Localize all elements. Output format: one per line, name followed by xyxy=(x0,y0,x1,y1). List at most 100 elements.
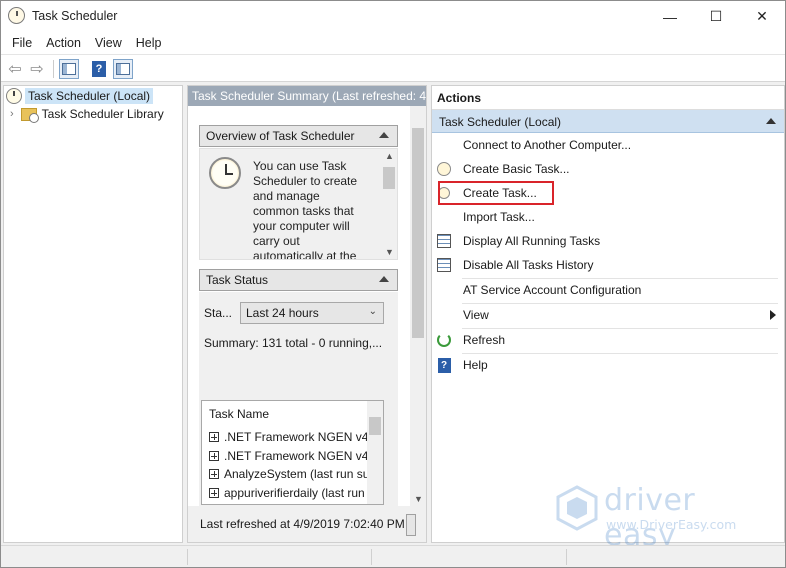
task-table: Task Name .NET Framework NGEN v4. .NET F… xyxy=(201,400,384,505)
table-row[interactable]: AnalyzeSystem (last run su xyxy=(209,465,369,483)
expand-plus-icon[interactable] xyxy=(209,432,219,442)
status-label: Sta... xyxy=(204,306,233,320)
action-connect-to-another-computer[interactable]: Connect to Another Computer... xyxy=(436,134,780,156)
refresh-now-button[interactable] xyxy=(406,514,416,536)
scroll-down-icon[interactable]: ▼ xyxy=(414,494,423,504)
action-label: Disable All Tasks History xyxy=(463,258,594,272)
console-tree: Task Scheduler (Local) › Task Scheduler … xyxy=(3,85,183,543)
last-refreshed-bar: Last refreshed at 4/9/2019 7:02:40 PM xyxy=(188,506,426,542)
arrow-right-icon: ⇨ xyxy=(30,61,44,78)
task-status-title: Task Status xyxy=(206,273,269,287)
actions-pane: Actions Task Scheduler (Local) Connect t… xyxy=(431,85,785,543)
actions-group-title: Task Scheduler (Local) xyxy=(439,115,562,129)
menu-help[interactable]: Help xyxy=(129,36,169,50)
refresh-icon xyxy=(436,332,452,348)
create-basic-task-icon xyxy=(436,161,452,177)
action-display-all-running-tasks[interactable]: Display All Running Tasks xyxy=(436,230,780,252)
maximize-button[interactable]: ☐ xyxy=(693,1,739,32)
close-button[interactable]: ✕ xyxy=(739,1,785,32)
status-bar xyxy=(1,545,785,567)
action-import-task[interactable]: Import Task... xyxy=(436,206,780,228)
last-refreshed-text: Last refreshed at 4/9/2019 7:02:40 PM xyxy=(200,517,405,531)
scroll-down-icon[interactable]: ▼ xyxy=(385,247,394,257)
action-refresh[interactable]: Refresh xyxy=(436,329,780,351)
table-row[interactable]: appuriverifierdaily (last run xyxy=(209,484,365,502)
summary-body: Overview of Task Scheduler You can use T… xyxy=(188,106,410,506)
menu-view[interactable]: View xyxy=(88,36,129,50)
overview-title: Overview of Task Scheduler xyxy=(206,129,355,143)
tree-item-task-scheduler-library[interactable]: › Task Scheduler Library xyxy=(10,105,164,123)
tree-item-label: Task Scheduler (Local) xyxy=(25,88,154,104)
show-hide-console-tree-button[interactable] xyxy=(59,59,79,79)
actions-group-header[interactable]: Task Scheduler (Local) xyxy=(432,110,784,133)
overview-line: Scheduler to create xyxy=(253,174,358,188)
column-header-task-name[interactable]: Task Name xyxy=(209,407,269,421)
collapse-caret-icon[interactable] xyxy=(379,276,389,282)
toolbar-separator xyxy=(53,60,54,78)
action-at-service-account-configuration[interactable]: AT Service Account Configuration xyxy=(436,279,780,301)
scroll-thumb[interactable] xyxy=(383,167,395,189)
status-range-value: Last 24 hours xyxy=(246,306,319,320)
history-icon xyxy=(436,257,452,273)
scroll-thumb[interactable] xyxy=(412,128,424,338)
action-label: Refresh xyxy=(463,333,506,347)
toolbar: ⇦ ⇨ ? xyxy=(1,54,785,82)
status-bar-divider xyxy=(187,549,188,565)
scroll-up-icon[interactable]: ▲ xyxy=(385,151,394,161)
chevron-right-icon[interactable]: › xyxy=(10,108,14,120)
overview-section-header[interactable]: Overview of Task Scheduler xyxy=(199,125,398,147)
overview-line: automatically at the xyxy=(253,249,357,260)
summary-header: Task Scheduler Summary (Last refreshed: … xyxy=(188,86,426,106)
overview-text: You can use Task Scheduler to create and… xyxy=(253,159,373,260)
task-name-cell: appuriverifierdaily (last run xyxy=(224,486,365,500)
expand-plus-icon[interactable] xyxy=(209,488,219,498)
overview-line: common tasks that xyxy=(253,204,354,218)
overview-scrollbar[interactable]: ▲ ▼ xyxy=(381,149,397,259)
menu-file[interactable]: File xyxy=(5,36,39,50)
collapse-caret-icon[interactable] xyxy=(379,132,389,138)
action-help[interactable]: ? Help xyxy=(436,354,780,376)
status-bar-divider xyxy=(566,549,567,565)
action-pane-icon xyxy=(116,63,130,75)
expand-plus-icon[interactable] xyxy=(209,469,219,479)
action-label: Import Task... xyxy=(463,210,535,224)
folder-clock-icon xyxy=(20,107,39,123)
overview-line: carry out xyxy=(253,234,300,248)
overview-line: your computer will xyxy=(253,219,350,233)
collapse-caret-icon[interactable] xyxy=(766,118,776,124)
back-button[interactable]: ⇦ xyxy=(5,59,25,79)
overview-line: and manage xyxy=(253,189,320,203)
help-toolbar-button[interactable]: ? xyxy=(89,59,109,79)
console-tree-icon xyxy=(62,63,76,75)
task-name-cell: .NET Framework NGEN v4. xyxy=(224,430,372,444)
status-range-select[interactable]: Last 24 hours ⌄ xyxy=(240,302,384,324)
chevron-down-icon: ⌄ xyxy=(368,306,377,317)
task-scheduler-clock-icon xyxy=(209,157,241,189)
table-row[interactable]: .NET Framework NGEN v4. xyxy=(209,428,372,446)
submenu-arrow-icon xyxy=(770,310,776,320)
window-title: Task Scheduler xyxy=(32,9,118,23)
driver-easy-watermark: driver easy www.DriverEasy.com xyxy=(556,483,766,553)
summary-pane: Task Scheduler Summary (Last refreshed: … xyxy=(187,85,427,543)
tree-item-task-scheduler-local[interactable]: Task Scheduler (Local) xyxy=(6,87,154,105)
forward-button[interactable]: ⇨ xyxy=(27,59,47,79)
title-bar: Task Scheduler — ☐ ✕ xyxy=(1,1,785,32)
action-disable-all-tasks-history[interactable]: Disable All Tasks History xyxy=(436,254,780,276)
action-create-basic-task[interactable]: Create Basic Task... xyxy=(436,158,780,180)
show-hide-action-pane-button[interactable] xyxy=(113,59,133,79)
table-row[interactable]: .NET Framework NGEN v4. xyxy=(209,447,372,465)
expand-plus-icon[interactable] xyxy=(209,451,219,461)
help-icon: ? xyxy=(92,61,106,77)
action-view[interactable]: View xyxy=(436,304,780,326)
status-bar-divider xyxy=(371,549,372,565)
menu-action[interactable]: Action xyxy=(39,36,88,50)
task-status-section-header[interactable]: Task Status xyxy=(199,269,398,291)
minimize-button[interactable]: — xyxy=(647,1,693,32)
action-label: Help xyxy=(463,358,488,372)
scroll-thumb[interactable] xyxy=(369,417,381,435)
action-label: AT Service Account Configuration xyxy=(463,283,642,297)
menu-bar: File Action View Help xyxy=(1,32,785,54)
summary-scrollbar[interactable]: ▼ xyxy=(410,106,426,506)
task-status-section: Sta... Last 24 hours ⌄ Summary: 131 tota… xyxy=(199,292,398,506)
task-table-scrollbar[interactable] xyxy=(367,401,383,504)
